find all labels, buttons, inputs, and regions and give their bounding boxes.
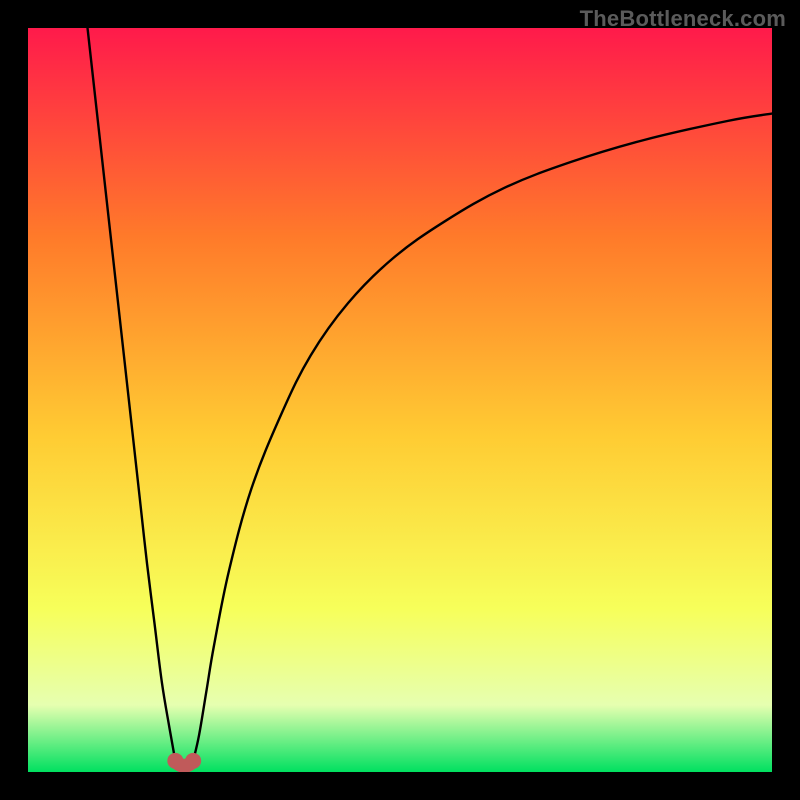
gradient-background	[28, 28, 772, 772]
plot-area	[28, 28, 772, 772]
marker-u-right	[185, 753, 201, 769]
chart-frame: TheBottleneck.com	[0, 0, 800, 800]
watermark-source: TheBottleneck.com	[580, 6, 786, 32]
chart-svg	[28, 28, 772, 772]
marker-u-left	[167, 753, 183, 769]
